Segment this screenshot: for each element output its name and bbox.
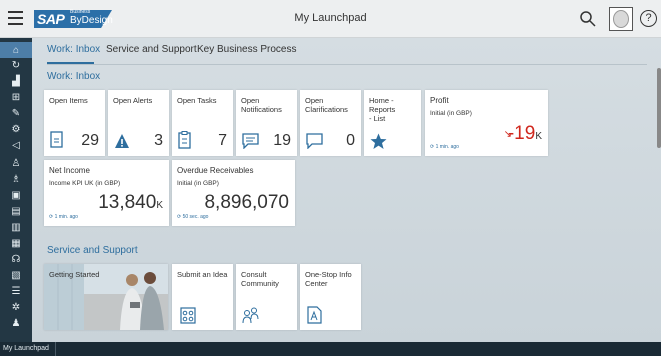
- tile-count: 29: [81, 132, 99, 149]
- warning-icon: [115, 134, 129, 148]
- tile-count: 0: [346, 132, 355, 149]
- tile-title: Submit an Idea: [177, 270, 228, 279]
- tile-title: Home - Reports - List: [369, 96, 396, 123]
- tile-title: Open Clarifications: [305, 96, 348, 114]
- tab-service-support[interactable]: Service and Support: [106, 44, 197, 55]
- sidebar: ⌂ ↻ ▟ ⊞ ✎ ⚙ ◁ ♙ ♗ ▣ ▤ ▥ ▦ ☊ ▧ ☰ ✲ ♟: [0, 38, 32, 342]
- main-content: Work: Inbox Service and Support Key Busi…: [32, 38, 661, 342]
- tile-consult-community[interactable]: Consult Community: [236, 264, 297, 330]
- process-icon[interactable]: ⚙: [0, 122, 32, 136]
- section-service-support: Service and Support: [47, 245, 138, 256]
- tile-count: 3: [154, 132, 163, 149]
- info-center-icon: [307, 306, 322, 324]
- tile-open-items[interactable]: Open Items 29: [44, 90, 105, 156]
- report-icon[interactable]: ▧: [0, 268, 32, 282]
- message-icon: [242, 133, 259, 149]
- tile-title: Consult Community: [241, 270, 279, 288]
- tab-work-inbox[interactable]: Work: Inbox: [47, 44, 100, 55]
- document-icon[interactable]: ▤: [0, 204, 32, 218]
- settings-icon[interactable]: ✲: [0, 300, 32, 314]
- tile-title: Open Alerts: [113, 96, 153, 105]
- document-icon: [50, 131, 63, 148]
- refresh-icon[interactable]: ↻: [0, 58, 32, 72]
- tile-count: 19: [273, 132, 291, 149]
- comment-icon: [306, 133, 323, 149]
- tile-title: Net Income: [49, 166, 90, 175]
- kpi-value: 8,896,070: [204, 192, 289, 213]
- tile-subtitle: Initial (in GBP): [430, 110, 472, 117]
- tile-net-income[interactable]: Net Income Income KPI UK (in GBP) 13,840…: [44, 160, 169, 226]
- tile-title: One-Stop Info Center: [305, 270, 352, 288]
- home-icon[interactable]: ⌂: [0, 42, 32, 58]
- tile-home-reports-list[interactable]: Home - Reports - List: [364, 90, 421, 156]
- status-tab-my-launchpad[interactable]: My Launchpad: [3, 342, 56, 356]
- tile-subtitle: Income KPI UK (in GBP): [49, 180, 121, 187]
- tile-submit-idea[interactable]: Submit an Idea: [172, 264, 233, 330]
- refresh-time: ⟳ 1 min. ago: [430, 144, 459, 150]
- kpi-value: 13,840K: [98, 192, 163, 213]
- user-icon[interactable]: ♟: [0, 316, 32, 330]
- person-icon[interactable]: ♗: [0, 172, 32, 186]
- megaphone-icon[interactable]: ◁: [0, 138, 32, 152]
- tile-open-alerts[interactable]: Open Alerts 3: [108, 90, 169, 156]
- calculator-icon[interactable]: ▦: [0, 236, 32, 250]
- section-work-inbox: Work: Inbox: [47, 71, 101, 82]
- shell-header: SAP Business ByDesign My Launchpad ?: [0, 0, 661, 38]
- status-bar: My Launchpad: [0, 342, 661, 356]
- tab-divider: [47, 64, 647, 65]
- scrollbar[interactable]: [657, 68, 661, 148]
- tile-overdue-receivables[interactable]: Overdue Receivables Initial (in GBP) 8,8…: [172, 160, 295, 226]
- tile-title: Open Tasks: [177, 96, 217, 105]
- tile-title: Open Items: [49, 96, 88, 105]
- community-icon: [242, 307, 259, 324]
- tile-getting-started[interactable]: Getting Started: [44, 264, 168, 330]
- tile-open-tasks[interactable]: Open Tasks 7: [172, 90, 233, 156]
- tile-count: 7: [218, 132, 227, 149]
- tile-title: Overdue Receivables: [177, 166, 254, 175]
- tile-title: Profit: [430, 96, 449, 105]
- idea-icon: [180, 307, 196, 324]
- page-title: My Launchpad: [294, 12, 367, 24]
- avatar[interactable]: [609, 7, 633, 31]
- id-card-icon[interactable]: ▣: [0, 188, 32, 202]
- tile-open-clarifications[interactable]: Open Clarifications 0: [300, 90, 361, 156]
- tools-icon[interactable]: ✎: [0, 106, 32, 120]
- kpi-value: -19K: [507, 123, 542, 144]
- tile-one-stop-info-center[interactable]: One-Stop Info Center: [300, 264, 361, 330]
- tab-key-business-process[interactable]: Key Business Process: [197, 44, 297, 55]
- search-icon[interactable]: [579, 10, 597, 28]
- hierarchy-icon[interactable]: ⊞: [0, 90, 32, 104]
- tile-open-notifications[interactable]: Open Notifications 19: [236, 90, 297, 156]
- tile-title: Getting Started: [49, 270, 100, 279]
- refresh-time: ⟳ 50 sec. ago: [177, 214, 209, 220]
- chart-icon[interactable]: ▟: [0, 74, 32, 88]
- tile-title: Open Notifications: [241, 96, 282, 114]
- headset-icon[interactable]: ☊: [0, 252, 32, 266]
- tile-profit[interactable]: Profit Initial (in GBP) ↘ -19K ⟳ 1 min. …: [425, 90, 548, 156]
- star-icon: [370, 133, 387, 149]
- list-icon[interactable]: ☰: [0, 284, 32, 298]
- tile-subtitle: Initial (in GBP): [177, 180, 219, 187]
- people-icon[interactable]: ♙: [0, 156, 32, 170]
- help-icon[interactable]: ?: [640, 10, 657, 27]
- checklist-icon: [178, 131, 191, 149]
- refresh-time: ⟳ 1 min. ago: [49, 214, 78, 220]
- invoice-icon[interactable]: ▥: [0, 220, 32, 234]
